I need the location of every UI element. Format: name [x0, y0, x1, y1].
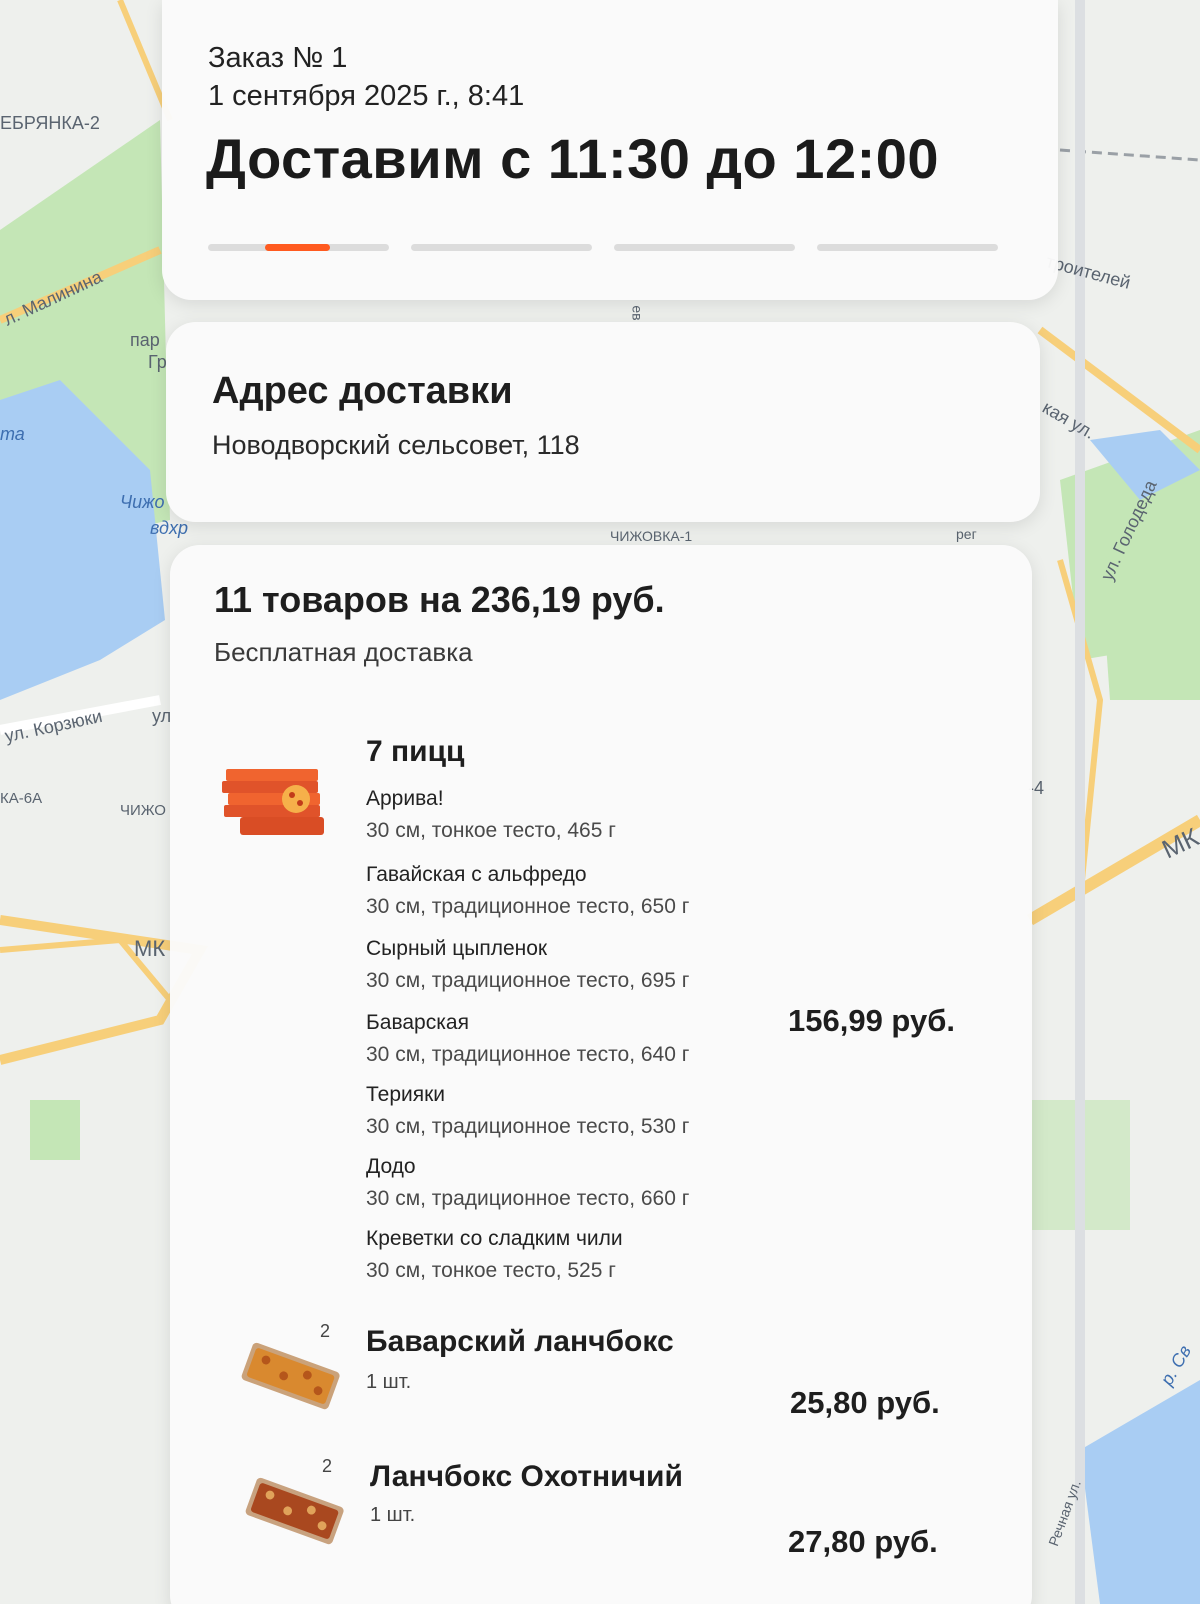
pizza-name: Баварская: [366, 1011, 469, 1034]
pizza-desc: 30 см, традиционное тесто, 660 г: [366, 1187, 690, 1210]
pizza-item: Додо 30 см, традиционное тесто, 660 г: [366, 1155, 689, 1211]
map-label: КА-6А: [0, 790, 43, 807]
product-price: 156,99 руб.: [788, 1003, 955, 1038]
delivery-note: Бесплатная доставка: [214, 637, 473, 667]
product-unit: 1 шт.: [366, 1371, 412, 1393]
map-label: та: [0, 424, 25, 444]
lunchbox-image: [245, 1477, 344, 1545]
product-unit: 1 шт.: [370, 1504, 416, 1526]
map-label: МК: [134, 936, 166, 961]
delivery-address-card[interactable]: Адрес доставки Новодворский сельсовет, 1…: [166, 322, 1040, 522]
map-label: пар: [130, 330, 160, 350]
product-price: 25,80 руб.: [790, 1385, 940, 1420]
map-label: Гр: [148, 352, 167, 372]
map-label: рег: [956, 526, 977, 542]
map-label: ЧИЖО: [120, 802, 166, 819]
quantity-badge: 2: [320, 1321, 331, 1341]
pizza-desc: 30 см, традиционное тесто, 640 г: [366, 1043, 690, 1066]
pizza-item: Терияки 30 см, традиционное тесто, 530 г: [366, 1083, 689, 1139]
quantity-badge: 2: [322, 1456, 333, 1476]
order-progress-bar: [208, 244, 998, 252]
pizza-item: Креветки со сладким чили 30 см, тонкое т…: [366, 1227, 623, 1283]
order-number: Заказ № 1: [208, 42, 348, 74]
progress-step-1: [208, 244, 389, 251]
product-lunchbox-bavarian[interactable]: 2 Баварский ланчбокс 1 шт. 25,80 руб.: [170, 1315, 1032, 1435]
progress-step-2: [411, 244, 592, 251]
product-name: Баварский ланчбокс: [366, 1325, 674, 1358]
pizza-name: Аррива!: [366, 787, 444, 810]
order-datetime: 1 сентября 2025 г., 8:41: [208, 80, 525, 112]
pizza-item: Баварская 30 см, традиционное тесто, 640…: [366, 1011, 689, 1067]
progress-fill: [265, 244, 331, 251]
pizza-desc: 30 см, традиционное тесто, 530 г: [366, 1115, 690, 1138]
progress-step-4: [817, 244, 998, 251]
pizza-item: Гавайская с альфредо 30 см, традиционное…: [366, 863, 689, 919]
lunchbox-image: [241, 1342, 340, 1410]
delivery-window: Доставим с 11:30 до 12:00: [206, 127, 940, 190]
pizza-desc: 30 см, тонкое тесто, 465 г: [366, 819, 616, 842]
map-label: вдхр: [150, 518, 188, 538]
pizza-name: Терияки: [366, 1083, 446, 1106]
pizza-desc: 30 см, традиционное тесто, 695 г: [366, 969, 690, 992]
product-lunchbox-hunter[interactable]: 2 Ланчбокс Охотничий 1 шт. 27,80 руб.: [170, 1450, 1032, 1570]
address-value: Новодворский сельсовет, 118: [212, 430, 580, 460]
pizza-name: Креветки со сладким чили: [366, 1227, 623, 1250]
product-name: Ланчбокс Охотничий: [370, 1460, 683, 1493]
product-name: 7 пицц: [366, 735, 465, 768]
pizza-desc: 30 см, традиционное тесто, 650 г: [366, 895, 690, 918]
map-label: ул: [152, 706, 172, 726]
pizza-name: Гавайская с альфредо: [366, 863, 587, 886]
pizza-desc: 30 см, тонкое тесто, 525 г: [366, 1259, 616, 1282]
progress-step-3: [614, 244, 795, 251]
map-label: ев: [629, 305, 646, 321]
order-items-card: 11 товаров на 236,19 руб. Бесплатная дос…: [170, 545, 1032, 1604]
map-label: ЕБРЯНКА-2: [0, 113, 100, 133]
pizza-boxes-image: [222, 769, 324, 835]
cart-summary: 11 товаров на 236,19 руб.: [214, 579, 665, 620]
order-status-card: Заказ № 1 1 сентября 2025 г., 8:41 Доста…: [162, 0, 1058, 300]
pizza-name: Додо: [366, 1155, 416, 1178]
map-label: Чижо: [120, 492, 165, 512]
product-pizza-set[interactable]: 7 пицц Аррива! 30 см, тонкое тесто, 465 …: [170, 725, 1032, 1285]
address-title: Адрес доставки: [212, 370, 513, 412]
product-price: 27,80 руб.: [788, 1524, 938, 1559]
pizza-item: Сырный цыпленок 30 см, традиционное тест…: [366, 937, 689, 993]
pizza-item: Аррива! 30 см, тонкое тесто, 465 г: [366, 787, 616, 843]
pizza-name: Сырный цыпленок: [366, 937, 548, 960]
map-label: ЧИЖОВКА-1: [610, 528, 693, 544]
